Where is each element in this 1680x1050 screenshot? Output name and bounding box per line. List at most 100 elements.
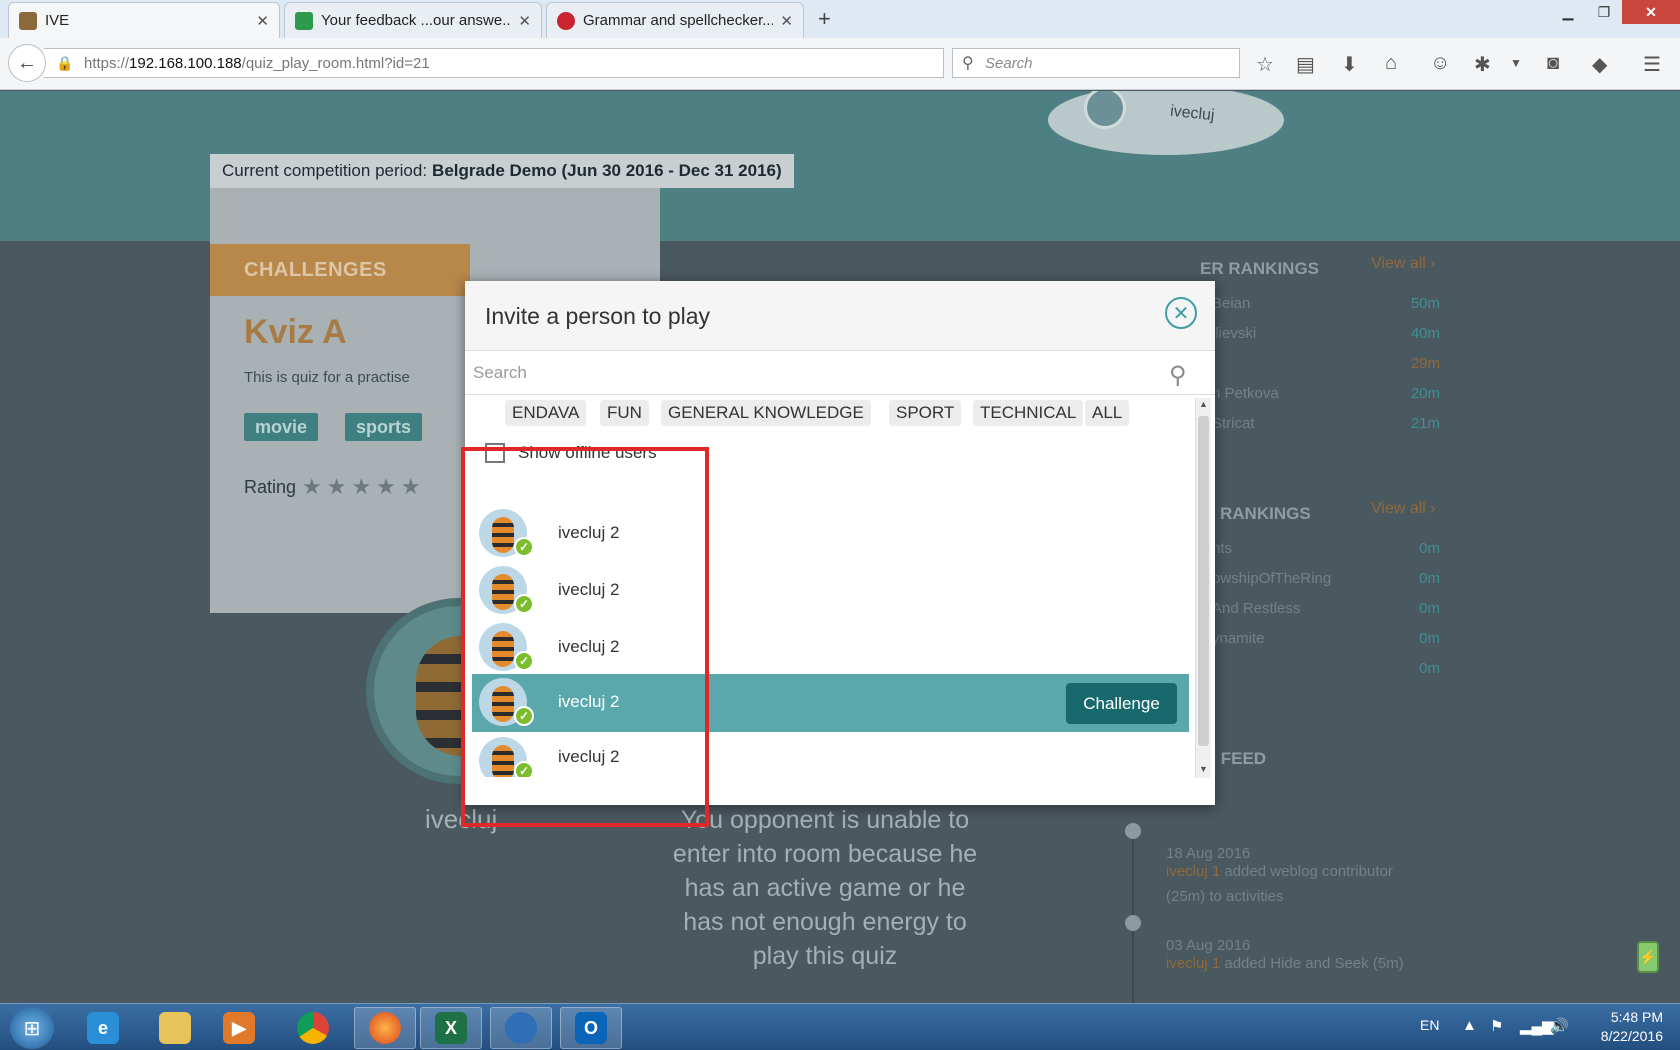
search-placeholder: Search [473,362,527,382]
download-icon[interactable]: ⬇ [1341,52,1358,77]
url-prefix: https:// [84,54,130,72]
bee-favicon-icon [19,11,37,30]
close-tab-icon[interactable]: ✕ [518,12,531,30]
period-label: Current competition period: [222,161,428,180]
browser-nav-bar: 🔒 https://192.168.100.188/quiz_play_room… [0,38,1680,90]
user-cloud-badge [1048,91,1284,155]
windows-logo-icon: ⊞ [23,1017,41,1040]
tab-ive[interactable]: IVE ✕ [8,2,280,38]
taskbar-chrome[interactable] [282,1007,344,1049]
browser-search-input[interactable]: ⚲ Search [952,48,1240,78]
category-technical[interactable]: TECHNICAL [973,400,1084,426]
window-controls: ▁ ❐ ✕ [1550,0,1680,24]
news-item: ivecluj 1 added Hide and Seek (5m) [1166,955,1404,972]
user-search-input[interactable]: Search [465,351,1215,395]
start-button[interactable]: ⊞ [10,1007,54,1049]
volume-icon[interactable]: 🔊 [1550,1017,1569,1035]
menu-icon[interactable]: ☰ [1643,52,1661,77]
chrome-icon [297,1012,329,1044]
search-icon: ⚲ [962,55,974,72]
taskbar-explorer[interactable] [144,1007,206,1049]
page-content: ivecluj Current competition period: Belg… [0,91,1680,1003]
media-player-icon: ▶ [223,1012,255,1044]
taskbar-firefox[interactable] [354,1007,416,1049]
news-user-link[interactable]: ivecluj 1 [1166,863,1220,880]
show-hidden-icons-icon[interactable]: ▲ [1462,1017,1477,1034]
close-tab-icon[interactable]: ✕ [780,12,793,30]
maximize-icon[interactable]: ❐ [1586,0,1622,24]
url-path: /quiz_play_room.html?id=21 [241,54,430,72]
news-user-link[interactable]: ivecluj 1 [1166,955,1220,972]
tag-sports[interactable]: sports [345,413,423,441]
tab-label: Grammar and spellchecker... [583,12,773,29]
scroll-up-icon[interactable]: ▲ [1199,399,1208,409]
challenges-heading: CHALLENGES [210,244,470,296]
url-bar[interactable]: 🔒 https://192.168.100.188/quiz_play_room… [44,48,967,83]
search-icon[interactable]: ⚲ [1169,361,1187,390]
opponent-message: You opponent is unable to enter into roo… [672,806,978,970]
extension-icon[interactable]: ◆ [1592,52,1607,77]
player-rankings-heading: ER RANKINGS [1200,259,1320,278]
system-clock[interactable]: 5:48 PM 8/22/2016 [1583,1008,1663,1046]
clock-time: 5:48 PM [1610,1009,1663,1025]
home-icon[interactable]: ⌂ [1385,52,1397,75]
back-arrow-icon: ← [17,51,37,74]
close-icon[interactable]: ✕ [1165,297,1197,329]
view-all-link[interactable]: View all › [1371,255,1436,273]
taskbar-ie[interactable]: e [72,1007,134,1049]
reading-list-icon[interactable]: ▤ [1296,52,1315,77]
lock-icon: 🔒 [56,55,74,71]
back-button[interactable]: ← [8,44,46,82]
view-all-link[interactable]: View all › [1371,500,1436,518]
clock-date: 8/22/2016 [1600,1028,1663,1044]
bookmark-star-icon[interactable]: ☆ [1256,52,1274,77]
addon-icon[interactable]: ✱ [1474,52,1491,77]
tab-grammar[interactable]: Grammar and spellchecker... ✕ [546,2,804,38]
taskbar-media[interactable]: ▶ [208,1007,270,1049]
competition-period: Current competition period: Belgrade Dem… [210,154,794,188]
challenge-button[interactable]: Challenge [1066,683,1177,724]
window-close-icon[interactable]: ✕ [1622,0,1680,24]
scrollbar-thumb[interactable] [1198,416,1209,746]
category-fun[interactable]: FUN [600,400,649,426]
tag-movie[interactable]: movie [244,413,319,441]
url-host: 192.168.100.188 [129,54,242,72]
excel-icon: X [435,1012,467,1044]
taskbar-outlook[interactable]: O [560,1007,622,1049]
period-value: Belgrade Demo (Jun 30 2016 - Dec 31 2016… [432,161,782,180]
annotation-highlight-box [461,447,709,827]
plus-icon[interactable]: + [818,6,831,32]
category-all[interactable]: ALL [1085,400,1130,426]
taskbar-app[interactable] [490,1007,552,1049]
tab-label: IVE [45,12,70,29]
team-rankings-heading: RANKINGS [1220,504,1311,523]
outlook-icon: O [575,1012,607,1044]
close-tab-icon[interactable]: ✕ [256,12,269,30]
scroll-down-icon[interactable]: ▼ [1199,764,1208,774]
modal-scrollbar[interactable]: ▲ ▼ [1195,398,1211,778]
sheets-favicon-icon [295,11,313,30]
browser-tab-bar: IVE ✕ Your feedback ...our answe... ✕ Gr… [0,0,1680,38]
grammar-favicon-icon [557,11,575,30]
action-center-flag-icon[interactable]: ⚑ [1490,1017,1503,1035]
firefox-icon [369,1012,401,1044]
taskbar-excel[interactable]: X [420,1007,482,1049]
category-endava[interactable]: ENDAVA [505,400,587,426]
language-indicator[interactable]: EN [1420,1017,1439,1033]
tab-feedback[interactable]: Your feedback ...our answe... ✕ [284,2,542,38]
timeline-dot [1125,915,1141,931]
category-general-knowledge[interactable]: GENERAL KNOWLEDGE [661,400,871,426]
network-icon[interactable]: ▂▄▆ [1520,1017,1554,1035]
news-item: ivecluj 1 added weblog contributor (25m)… [1166,863,1393,905]
quiz-title: Kviz A [244,313,347,351]
windows-taskbar: ⊞ e ▶ X O EN ▲ ⚑ ▂▄▆ 🔊 5:48 PM 8/22/2016 [0,1003,1680,1050]
internet-explorer-icon: e [87,1012,119,1044]
quiz-description: This is quiz for a practise [244,369,410,386]
chat-icon[interactable]: ☺ [1430,52,1450,75]
minimize-icon[interactable]: ▁ [1550,0,1586,24]
dropdown-arrow-icon[interactable]: ▼ [1510,56,1522,70]
category-sport[interactable]: SPORT [889,400,962,426]
pocket-icon[interactable]: ◙ [1547,52,1559,75]
star-rating-icon[interactable]: ★★★★★ [302,474,426,500]
search-placeholder: Search [985,54,1033,72]
